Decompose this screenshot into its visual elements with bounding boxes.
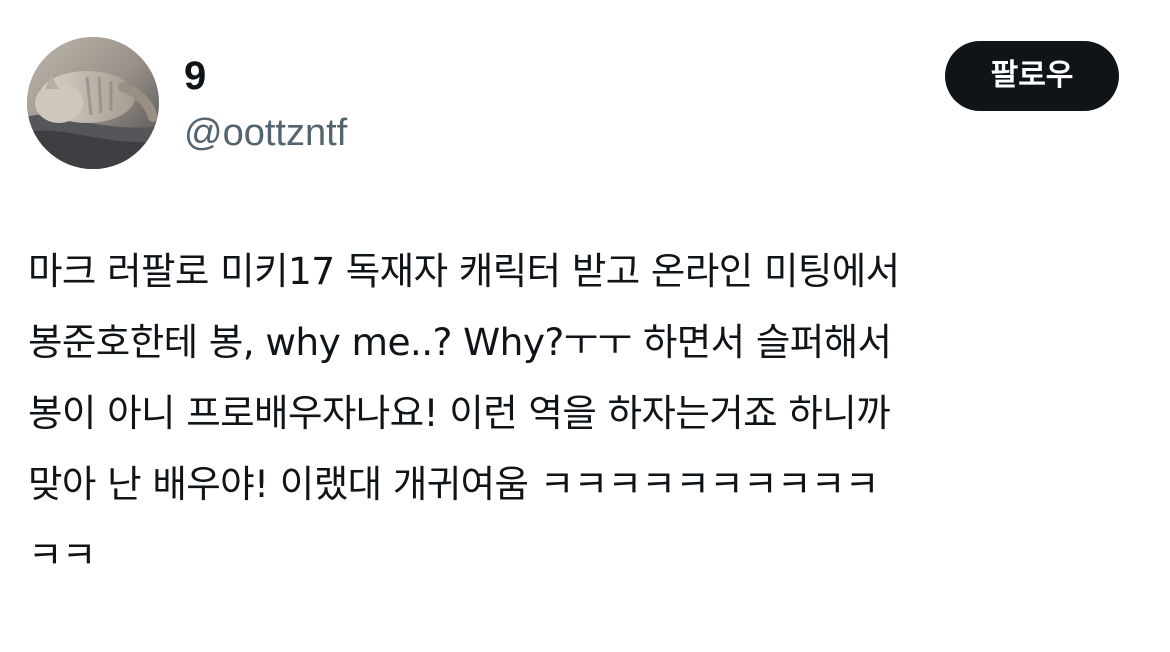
tweet-text-line: ㅋㅋ [28,533,96,577]
tweet-text-line: 봉이 아니 프로배우자나요! 이런 역을 하자는거죠 하니까 [28,391,891,435]
follow-button[interactable]: 팔로우 [945,41,1119,111]
user-handle[interactable]: @oottzntf [184,108,347,158]
display-name[interactable]: 9 [184,50,347,102]
tweet-text-line: 맞아 난 배우야! 이랬대 개귀여움 ㅋㅋㅋㅋㅋㅋㅋㅋㅋㅋ [28,462,879,506]
avatar[interactable] [27,37,159,169]
cat-photo-avatar-icon [27,37,159,169]
tweet-text: 마크 러팔로 미키17 독재자 캐릭터 받고 온라인 미팅에서 봉준호한테 봉,… [28,236,1138,591]
user-info: 9 @oottzntf [184,50,347,158]
tweet-text-line: 마크 러팔로 미키17 독재자 캐릭터 받고 온라인 미팅에서 [28,249,900,293]
tweet-text-line: 봉준호한테 봉, why me..? Why?ㅜㅜ 하면서 슬퍼해서 [28,320,892,364]
